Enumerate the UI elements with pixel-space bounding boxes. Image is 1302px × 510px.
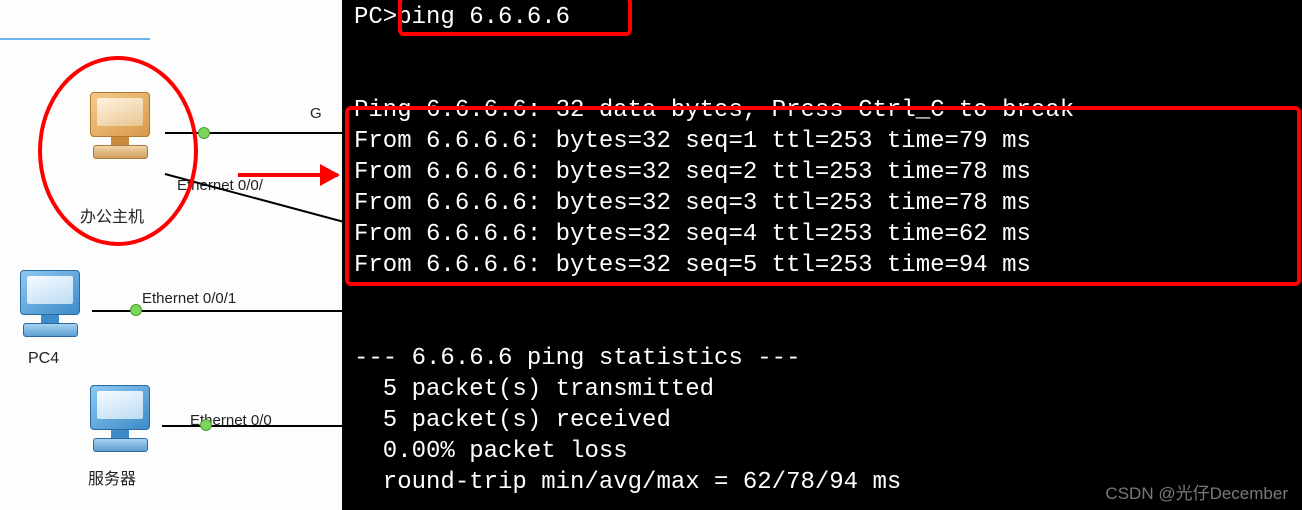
ping-reply: From 6.6.6.6: bytes=32 seq=4 ttl=253 tim… xyxy=(354,221,1031,248)
command-text: ping 6.6.6.6 xyxy=(397,4,570,31)
stats-line: 0.00% packet loss xyxy=(354,438,628,465)
divider-line xyxy=(0,38,150,40)
connection-node xyxy=(200,419,212,431)
pc4-icon[interactable] xyxy=(10,270,90,340)
connection-node xyxy=(198,127,210,139)
connection-node xyxy=(130,304,142,316)
ping-reply: From 6.6.6.6: bytes=32 seq=3 ttl=253 tim… xyxy=(354,190,1031,217)
watermark: CSDN @光仔December xyxy=(1105,479,1288,504)
terminal-output: PC>ping 6.6.6.6 Ping 6.6.6.6: 32 data by… xyxy=(342,0,1302,510)
ping-reply: From 6.6.6.6: bytes=32 seq=2 ttl=253 tim… xyxy=(354,159,1031,186)
stats-line: 5 packet(s) received xyxy=(354,407,671,434)
stats-header: --- 6.6.6.6 ping statistics --- xyxy=(354,345,800,372)
right-port-partial: G xyxy=(310,105,322,122)
wire xyxy=(162,425,352,427)
stats-line: 5 packet(s) transmitted xyxy=(354,376,714,403)
highlight-arrow xyxy=(238,173,338,177)
prompt: PC> xyxy=(354,4,397,31)
ping-header: Ping 6.6.6.6: 32 data bytes, Press Ctrl_… xyxy=(354,97,1074,124)
ping-reply: From 6.6.6.6: bytes=32 seq=1 ttl=253 tim… xyxy=(354,128,1031,155)
highlight-circle xyxy=(38,56,198,246)
pc4-label: PC4 xyxy=(28,350,59,368)
server-label: 服务器 xyxy=(88,465,136,489)
network-topology-panel: 办公主机 Ethernet 0/0/ G PC4 Ethernet 0/0/1 … xyxy=(0,0,342,510)
pc4-port-label: Ethernet 0/0/1 xyxy=(142,290,236,307)
ping-reply: From 6.6.6.6: bytes=32 seq=5 ttl=253 tim… xyxy=(354,252,1031,279)
server-icon[interactable] xyxy=(80,385,160,455)
stats-line: round-trip min/avg/max = 62/78/94 ms xyxy=(354,469,901,496)
